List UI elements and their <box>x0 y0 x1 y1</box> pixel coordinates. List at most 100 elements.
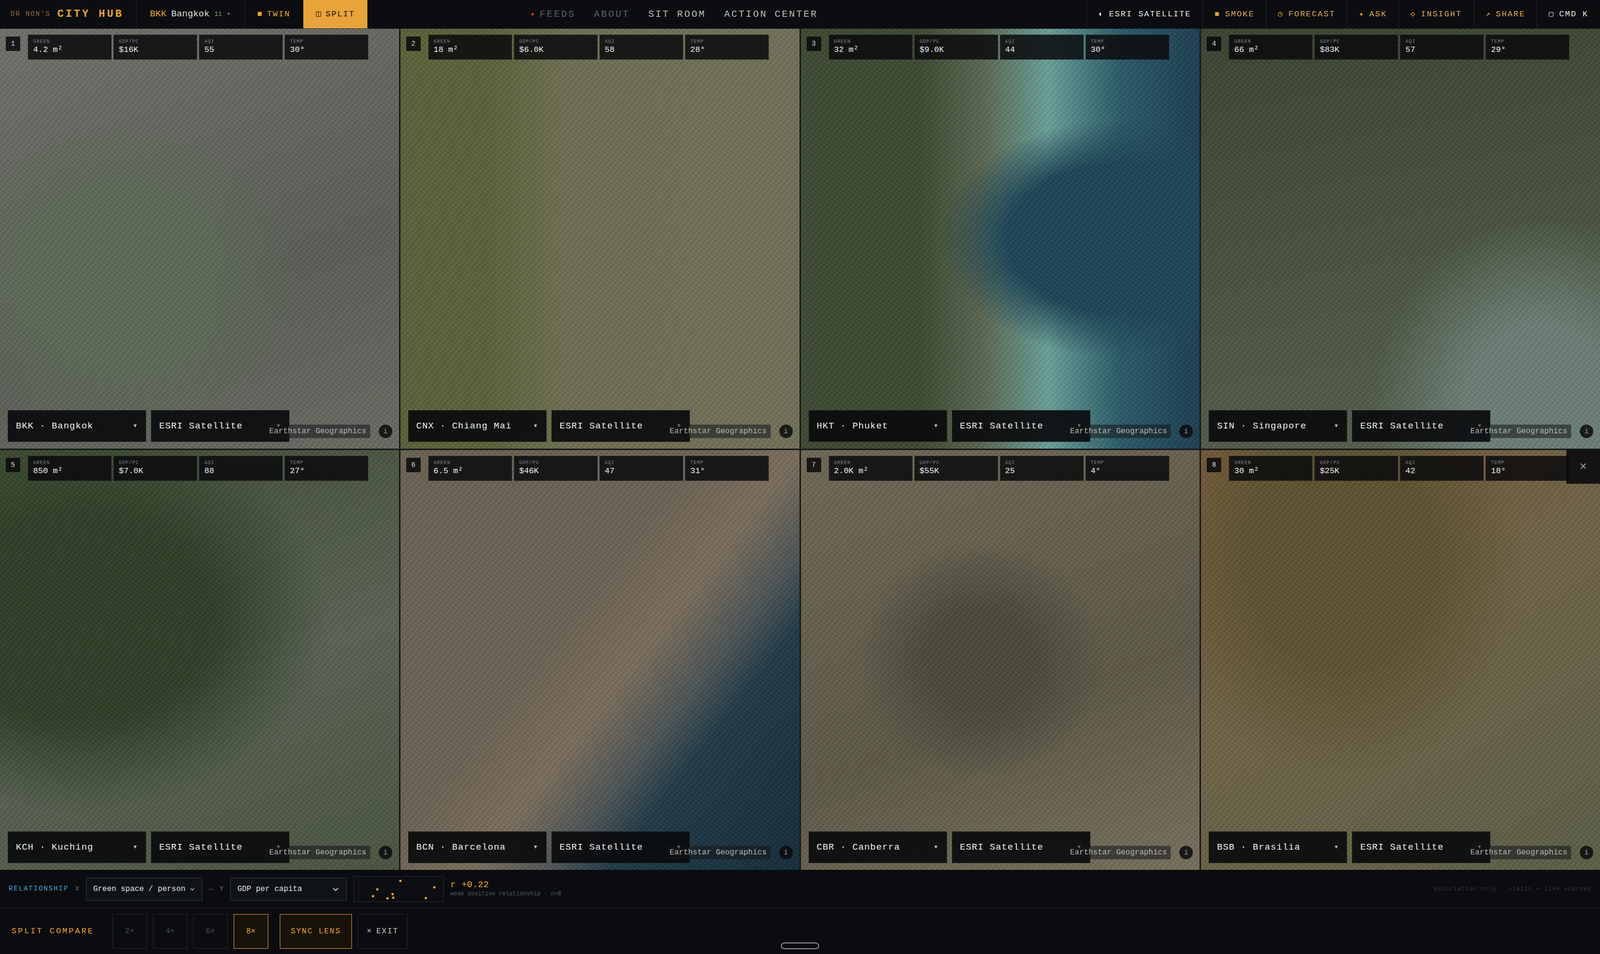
nav-item[interactable]: ABOUT <box>592 5 631 24</box>
panel-index: 5 <box>5 457 21 473</box>
stat-value: 27° <box>289 465 363 477</box>
city-select[interactable]: KCH · Kuching▾ <box>7 831 147 863</box>
nav-label: SIT ROOM <box>648 7 706 22</box>
sync-lens-toggle[interactable]: SYNC LENS <box>279 913 352 949</box>
panel-index: 8 <box>1206 457 1222 473</box>
stat-label: GDP/PC <box>519 460 593 466</box>
tool-label: ASK <box>1369 8 1388 21</box>
correlation-summary: weak positive relationship · n=8 <box>450 890 562 899</box>
caret-icon: ▾ <box>226 9 231 20</box>
nav-item[interactable]: SIT ROOM <box>647 5 707 24</box>
stat-label: AQI <box>604 38 678 45</box>
city-select[interactable]: SIN · Singapore▾ <box>1208 410 1348 442</box>
stat-label: TEMP <box>1490 38 1564 45</box>
mode-button[interactable]: ◫SPLIT <box>303 0 368 29</box>
stat-label: GREEN <box>33 38 107 45</box>
x-metric-select[interactable]: Green space / person <box>86 877 203 901</box>
city-picker[interactable]: BKKBangkok11▾ <box>136 0 245 29</box>
correlation-readout: r +0.22weak positive relationship · n=8 <box>450 879 562 898</box>
map-panel[interactable]: 5GREEN850 m²GDP/PC$7.0KAQI88TEMP27°KCH ·… <box>0 450 400 870</box>
stat-label: AQI <box>1405 460 1479 466</box>
caret-icon: ▾ <box>132 420 138 432</box>
map-panel[interactable]: 1GREEN4.2 m²GDP/PC$16KAQI55TEMP30°BKK · … <box>0 28 400 449</box>
stat-box: AQI25 <box>1000 455 1084 481</box>
tool-icon: ■ <box>1214 8 1221 21</box>
city-select[interactable]: BSB · Brasilia▾ <box>1208 831 1348 863</box>
top-bar: DR NON'SCITY HUBBKKBangkok11▾■TWIN◫SPLIT… <box>0 0 1600 29</box>
map-panel[interactable]: 7GREEN2.0K m²GDP/PC$55KAQI25TEMP4°CBR · … <box>800 450 1200 870</box>
tool-button[interactable]: ✦ASK <box>1346 0 1399 29</box>
stat-label: GDP/PC <box>118 460 192 466</box>
info-icon[interactable]: i <box>378 424 393 438</box>
nav-label: ABOUT <box>593 7 630 22</box>
tool-button[interactable]: ■SMOKE <box>1202 0 1266 29</box>
caret-icon: ▾ <box>933 420 939 432</box>
tool-label: SHARE <box>1495 8 1525 21</box>
panel-controls: KCH · Kuching▾ESRI Satellite▾ <box>7 831 290 863</box>
chevron-down-icon <box>331 885 340 893</box>
tool-button[interactable]: ◇INSIGHT <box>1398 0 1474 29</box>
drawer-handle[interactable] <box>780 942 820 950</box>
city-select[interactable]: HKT · Phuket▾ <box>808 410 948 442</box>
layout-button[interactable]: 6× <box>193 913 228 949</box>
stat-value: $83K <box>1319 44 1393 56</box>
map-panel[interactable]: 4GREEN66 m²GDP/PC$83KAQI57TEMP29°SIN · S… <box>1200 28 1600 449</box>
info-icon[interactable]: i <box>1579 424 1594 438</box>
stat-label: GDP/PC <box>919 38 993 45</box>
stat-label: GDP/PC <box>1319 38 1393 45</box>
tool-button[interactable]: ◷FORECAST <box>1265 0 1347 29</box>
close-panel-button[interactable]: × <box>1566 450 1600 484</box>
stat-box: AQI42 <box>1400 455 1484 481</box>
stat-box: TEMP28° <box>685 34 769 60</box>
caret-icon: ▾ <box>1334 420 1340 432</box>
tool-button[interactable]: ▢CMD K <box>1536 0 1600 29</box>
stat-value: 58 <box>604 44 678 56</box>
tool-button[interactable]: ◐ESRI SATELLITE <box>1086 0 1203 29</box>
brand-logo[interactable]: DR NON'SCITY HUB <box>0 0 137 29</box>
map-panel[interactable]: 2GREEN18 m²GDP/PC$6.0KAQI58TEMP28°CNX · … <box>400 28 800 449</box>
layout-button[interactable]: 2× <box>112 913 148 949</box>
stat-label: TEMP <box>1090 460 1164 466</box>
city-select-label: BCN · Barcelona <box>416 840 506 855</box>
layout-button[interactable]: 8× <box>233 913 269 949</box>
caret-icon: ▾ <box>933 841 939 853</box>
stat-box: AQI47 <box>599 455 684 481</box>
tool-icon: ◐ <box>1098 8 1105 21</box>
stat-box: GREEN32 m² <box>828 34 913 60</box>
y-metric-select[interactable]: GDP per capita <box>230 877 347 901</box>
city-select[interactable]: CBR · Canberra▾ <box>808 831 948 863</box>
map-panel[interactable]: 3GREEN32 m²GDP/PC$9.0KAQI44TEMP30°HKT · … <box>800 28 1200 449</box>
mode-button[interactable]: ■TWIN <box>244 0 304 29</box>
info-icon[interactable]: i <box>779 845 793 860</box>
stat-label: AQI <box>1005 460 1079 466</box>
city-select-label: BKK · Bangkok <box>15 419 94 434</box>
stat-label: TEMP <box>289 460 363 466</box>
stat-box: GDP/PC$46K <box>513 455 598 481</box>
exit-button[interactable]: ×EXIT <box>357 913 408 949</box>
stat-value: 47 <box>604 465 678 477</box>
info-icon[interactable]: i <box>1179 845 1193 860</box>
nav-item[interactable]: ●FEEDS <box>529 5 577 24</box>
stat-label: GREEN <box>433 460 507 466</box>
info-icon[interactable]: i <box>779 424 793 438</box>
city-select[interactable]: BCN · Barcelona▾ <box>408 831 547 863</box>
city-select[interactable]: BKK · Bangkok ▾ <box>7 410 147 442</box>
scatter-point <box>375 887 379 890</box>
attribution-text: Earthstar Geographics <box>665 845 771 860</box>
layer-select-label: ESRI Satellite <box>1360 419 1444 434</box>
stat-box: TEMP30° <box>1085 34 1170 60</box>
city-select[interactable]: CNX · Chiang Mai▾ <box>408 410 547 442</box>
map-panel[interactable]: 6GREEN6.5 m²GDP/PC$46KAQI47TEMP31°BCN · … <box>400 450 800 870</box>
info-icon[interactable]: i <box>1179 424 1193 438</box>
info-icon[interactable]: i <box>378 845 393 860</box>
relationship-bar: RELATIONSHIPXGreen space / person↔YGDP p… <box>0 869 1600 909</box>
attribution: Earthstar Geographicsi <box>665 424 793 438</box>
stat-box: GDP/PC$16K <box>113 34 198 60</box>
tool-button[interactable]: ↗SHARE <box>1473 0 1538 29</box>
nav-item[interactable]: ACTION CENTER <box>723 5 819 24</box>
map-panel[interactable]: 8GREEN30 m²GDP/PC$25KAQI42TEMP18°×BSB · … <box>1200 450 1600 870</box>
layout-button[interactable]: 4× <box>152 913 188 949</box>
stat-value: 29° <box>1490 44 1564 56</box>
info-icon[interactable]: i <box>1579 845 1594 860</box>
caret-icon: ▾ <box>1334 841 1340 853</box>
